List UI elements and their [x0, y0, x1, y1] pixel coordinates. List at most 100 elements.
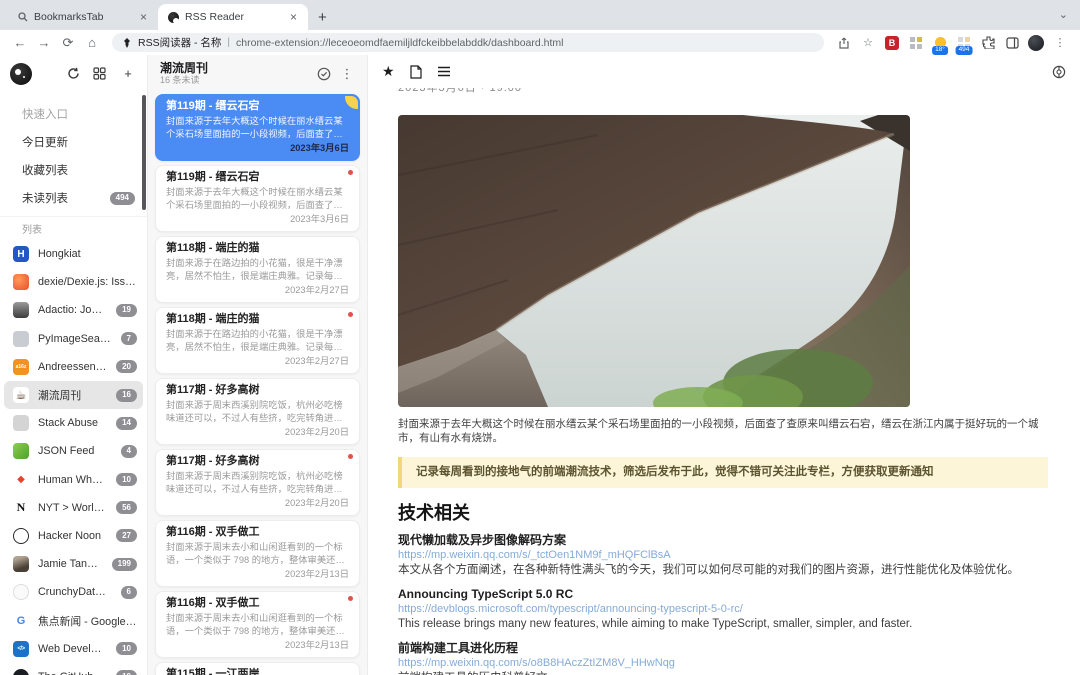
bookmark-star-button[interactable]: ☆ — [858, 33, 878, 53]
address-bar[interactable]: RSS阅读器 - 名称 | chrome-extension://leceoeo… — [112, 33, 824, 52]
article-card[interactable]: 第118期 - 端庄的猫 封面来源于在路边拍的小花猫，很是干净漂亮，居然不怕生，… — [155, 236, 360, 303]
extension-rss-counter-icon[interactable]: 494 — [954, 33, 974, 53]
sidebar-feed-dexie[interactable]: dexie/Dexie.js: Issue #1... — [0, 268, 147, 296]
sidebar-feed-hongkiat[interactable]: HHongkiat — [0, 240, 147, 268]
url-separator: | — [227, 37, 230, 48]
home-button[interactable]: ⌂ — [82, 33, 102, 53]
sidebar-header: + — [0, 55, 147, 92]
side-panel-button[interactable] — [1002, 33, 1022, 53]
sidebar-feed-hacker-noon[interactable]: Hacker Noon27 — [0, 522, 147, 550]
article-list-column: 潮流周刊 16 条未读 ⋮ 第119期 - 缙云石宕 封面来源于去年大概这个时候… — [148, 55, 368, 675]
sidebar-feed-json-feed[interactable]: JSON Feed4 — [0, 437, 147, 465]
reader-pane: ★ 2023年3月6日 · 19:00 — [368, 55, 1080, 675]
weather-badge: 18° — [932, 46, 948, 55]
tech-item-desc: 前端构建工具的历史科普好文。 — [398, 671, 1048, 675]
close-icon[interactable]: × — [137, 10, 150, 24]
reload-button[interactable]: ⟳ — [58, 33, 78, 53]
search-icon — [18, 12, 28, 22]
article-card[interactable]: 第117期 - 好多高树 封面来源于周末西溪别院吃饭，杭州必吃榜味道还可以，不过… — [155, 378, 360, 445]
article-card[interactable]: 第115期 - 一江两岸 封面来源于年后在老家江边散步所拍，一江清水，两岸繁华，… — [155, 662, 360, 675]
refresh-button[interactable] — [67, 67, 85, 80]
extensions-puzzle-button[interactable] — [978, 33, 998, 53]
article-card-selected[interactable]: 第119期 - 缙云石宕 封面来源于去年大概这个时候在丽水缙云某个采石场里面拍的… — [155, 94, 360, 161]
tech-item: Announcing TypeScript 5.0 RC https://dev… — [398, 587, 1048, 632]
list-menu-button[interactable]: ⋮ — [337, 66, 357, 82]
close-icon[interactable]: × — [287, 10, 300, 24]
add-feed-button[interactable]: + — [119, 66, 137, 81]
tech-item-link[interactable]: https://mp.weixin.qq.com/s/_tctOen1NM9f_… — [398, 548, 1048, 563]
puzzle-icon — [982, 36, 995, 49]
tech-item-link[interactable]: https://mp.weixin.qq.com/s/o8B8HAczZtIZM… — [398, 656, 1048, 671]
reader-settings-button[interactable] — [1052, 65, 1066, 79]
sidebar-feed-google-news[interactable]: G焦点新闻 - Google 新闻 — [0, 606, 147, 634]
tech-item-link[interactable]: https://devblogs.microsoft.com/typescrip… — [398, 602, 1048, 617]
sidebar-feed-crunchydata[interactable]: CrunchyData Blog6 — [0, 578, 147, 606]
sidebar-feed-jamie-tanna[interactable]: Jamie Tanna | Sof...199 — [0, 550, 147, 578]
image-caption: 封面来源于去年大概这个时候在丽水缙云某个采石场里面拍的一小段视频，后面查了查原来… — [398, 417, 1048, 445]
sidebar-feed-nyt[interactable]: NNYT > World News56 — [0, 494, 147, 522]
sidebar-item-quick-entry[interactable]: 快速入口 — [0, 100, 147, 128]
sidebar-item-favorites[interactable]: 收藏列表 — [0, 156, 147, 184]
feed-unread-badge: 4 — [121, 445, 137, 458]
extension-grid-icon[interactable] — [906, 33, 926, 53]
feed-favicon — [13, 302, 29, 318]
feed-unread-badge: 199 — [112, 558, 137, 571]
feed-unread-badge: 16 — [116, 389, 137, 402]
browser-tab-strip: BookmarksTab × RSS Reader × + ⌄ — [0, 0, 1080, 30]
article-card[interactable]: 第118期 - 端庄的猫 封面来源于在路边拍的小花猫，很是干净漂亮，居然不怕生，… — [155, 307, 360, 374]
unread-count-text: 16 条未读 — [160, 75, 317, 86]
sidebar-feed-github-blog[interactable]: The GitHub Blog10 — [0, 663, 147, 675]
nav-label: 收藏列表 — [22, 162, 68, 178]
sidebar-item-unread[interactable]: 未读列表494 — [0, 184, 147, 212]
feed-unread-badge: 6 — [121, 586, 137, 599]
article-card[interactable]: 第119期 - 缙云石宕 封面来源于去年大概这个时候在丽水缙云某个采石场里面拍的… — [155, 165, 360, 232]
sidebar: + 快速入口 今日更新 收藏列表 未读列表494 列表 HHongkiat de… — [0, 55, 148, 675]
article-card[interactable]: 第116期 - 双手做工 封面来源于周末去小和山闲逛看到的一个标语，一个类似于 … — [155, 520, 360, 587]
profile-avatar[interactable] — [1026, 33, 1046, 53]
tech-item: 现代懒加载及异步图像解码方案 https://mp.weixin.qq.com/… — [398, 533, 1048, 578]
refresh-icon — [67, 67, 80, 80]
feed-favicon — [13, 556, 29, 572]
tab-title: RSS Reader — [185, 11, 281, 23]
sidebar-feed-pyimagesearch[interactable]: PyImageSearch7 — [0, 325, 147, 353]
feed-favicon: a16z — [13, 359, 29, 375]
nav-label: 未读列表 — [22, 190, 68, 206]
sidebar-feed-weekly-selected[interactable]: ☕潮流周刊16 — [4, 381, 143, 409]
tech-item-title: 前端构建工具进化历程 — [398, 641, 1048, 656]
sidebar-feed-adactio[interactable]: Adactio: Journal19 — [0, 296, 147, 324]
view-grid-button[interactable] — [93, 67, 111, 80]
extension-red-glyph: B — [885, 36, 899, 50]
chevron-down-icon[interactable]: ⌄ — [1059, 8, 1068, 21]
app-logo — [10, 63, 32, 85]
sidebar-feed-web-development[interactable]: </>Web Development...10 — [0, 635, 147, 663]
tab-bookmarks[interactable]: BookmarksTab × — [8, 4, 158, 30]
tab-rss-reader[interactable]: RSS Reader × — [158, 4, 308, 30]
quarry-canyon-image — [398, 115, 910, 407]
browser-menu-button[interactable]: ⋮ — [1050, 33, 1070, 53]
reader-view-button[interactable] — [437, 66, 451, 77]
extension-password-icon[interactable]: B — [882, 33, 902, 53]
mark-all-read-button[interactable] — [317, 67, 337, 81]
tech-item-desc: 本文从各个方面阐述，在各种新特性满头飞的今天，我们可以如何尽可能的对我们的图片资… — [398, 563, 1048, 578]
feed-unread-badge: 10 — [116, 670, 137, 675]
extension-weather-icon[interactable]: 18° — [930, 33, 950, 53]
new-tab-button[interactable]: + — [318, 9, 327, 26]
sidebar-scrollbar[interactable] — [142, 95, 146, 210]
page-title: RSS阅读器 - 名称 — [138, 35, 221, 50]
share-button[interactable] — [834, 33, 854, 53]
tech-item-title: Announcing TypeScript 5.0 RC — [398, 587, 1048, 602]
document-icon — [410, 65, 422, 79]
avatar — [1028, 35, 1044, 51]
view-original-button[interactable] — [410, 65, 422, 79]
article-card[interactable]: 第116期 - 双手做工 封面来源于周末去小和山闲逛看到的一个标语，一个类似于 … — [155, 591, 360, 658]
favorite-star-button[interactable]: ★ — [382, 63, 395, 80]
sidebar-item-today-updates[interactable]: 今日更新 — [0, 128, 147, 156]
back-button[interactable]: ← — [10, 33, 30, 53]
sidebar-feed-a16z[interactable]: a16zAndreessen Horo...20 — [0, 353, 147, 381]
sidebar-feed-human-who-codes[interactable]: ◆Human Who Codes10 — [0, 466, 147, 494]
article-card[interactable]: 第117期 - 好多高树 封面来源于周末西溪别院吃饭，杭州必吃榜味道还可以，不过… — [155, 449, 360, 516]
article-cards: 第119期 - 缙云石宕 封面来源于去年大概这个时候在丽水缙云某个采石场里面拍的… — [148, 92, 367, 675]
feed-favicon: N — [13, 500, 29, 516]
sidebar-feed-stack-abuse[interactable]: Stack Abuse14 — [0, 409, 147, 437]
forward-button[interactable]: → — [34, 33, 54, 53]
